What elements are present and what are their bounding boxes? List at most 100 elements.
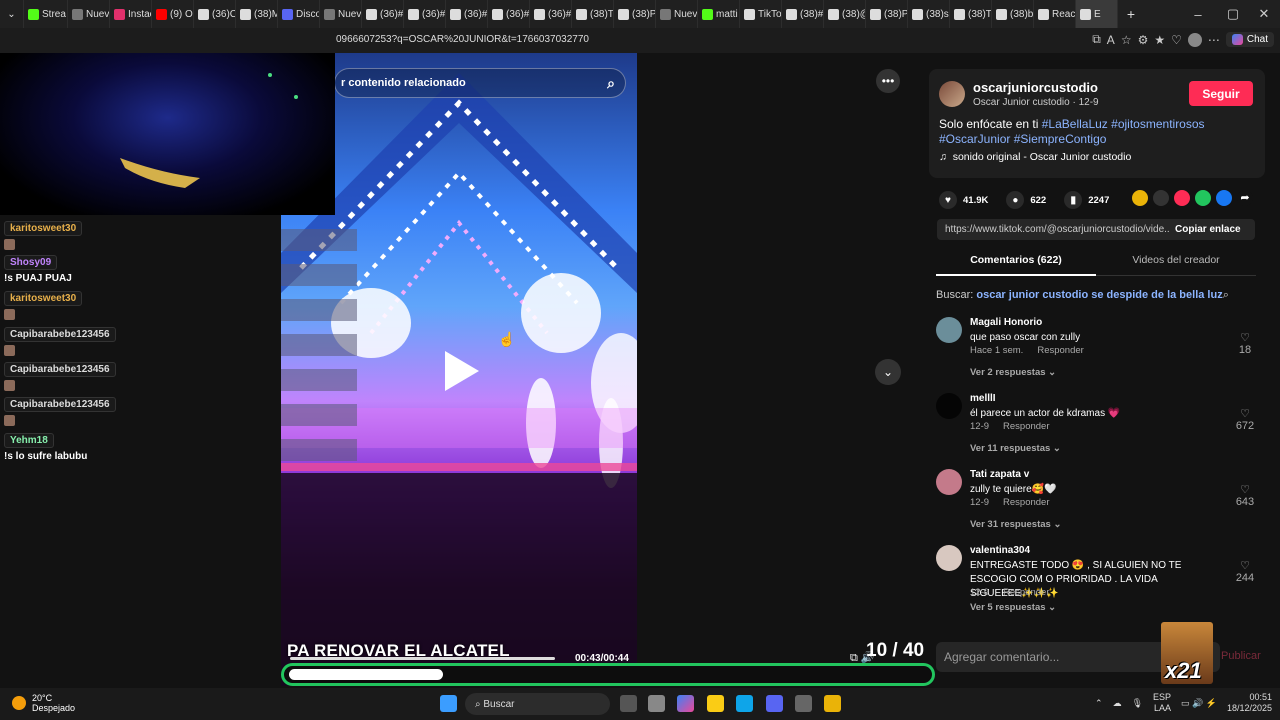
- browser-tab[interactable]: matti: [698, 0, 740, 28]
- heart-icon[interactable]: ♥: [939, 191, 957, 209]
- browser-tab[interactable]: (36)#: [362, 0, 404, 28]
- browser-tab[interactable]: (36)#: [488, 0, 530, 28]
- collections-icon[interactable]: ♡: [1171, 33, 1182, 47]
- hashtag-link[interactable]: #ojitosmentirosos: [1111, 117, 1204, 131]
- translate-icon[interactable]: A: [1107, 33, 1115, 47]
- send-to-friend-icon[interactable]: [1174, 190, 1190, 206]
- comment-like[interactable]: ♡ 672: [1230, 407, 1260, 432]
- browser-tab[interactable]: (38)Ti: [950, 0, 992, 28]
- browser-tab[interactable]: Nuev: [68, 0, 110, 28]
- reply-link[interactable]: Responder: [1037, 345, 1083, 356]
- copy-link-button[interactable]: Copiar enlace: [1169, 224, 1241, 235]
- microphone-icon[interactable]: 🎙: [1132, 698, 1143, 709]
- view-replies-link[interactable]: Ver 31 respuestas ⌄: [970, 519, 1061, 530]
- related-search-input[interactable]: r contenido relacionado ⌕: [334, 68, 626, 98]
- tab-comments[interactable]: Comentarios (622): [936, 252, 1096, 276]
- copilot-chat-button[interactable]: Chat: [1225, 32, 1274, 47]
- edge-browser-icon[interactable]: [736, 695, 753, 712]
- store-icon[interactable]: [648, 695, 665, 712]
- language-indicator[interactable]: ESP LAA: [1153, 692, 1171, 714]
- taskbar-search[interactable]: ⌕ Buscar: [465, 693, 610, 715]
- clock[interactable]: 00:51 18/12/2025: [1227, 692, 1272, 714]
- view-replies-link[interactable]: Ver 5 respuestas ⌄: [970, 602, 1056, 613]
- weather-widget[interactable]: 20°C Despejado: [12, 693, 75, 713]
- chrome-icon[interactable]: [824, 695, 841, 712]
- extensions-icon[interactable]: ⚙: [1138, 33, 1149, 47]
- minimize-button[interactable]: –: [1180, 0, 1216, 28]
- browser-tab[interactable]: (38)sc: [908, 0, 950, 28]
- chat-username[interactable]: Capibarabebe123456: [4, 362, 116, 377]
- commenter-avatar[interactable]: [936, 393, 962, 419]
- profile-avatar[interactable]: [1187, 32, 1202, 47]
- comment-like[interactable]: ♡ 244: [1230, 559, 1260, 584]
- view-replies-link[interactable]: Ver 2 respuestas ⌄: [970, 367, 1056, 378]
- hashtag-link[interactable]: #SiempreContigo: [1014, 132, 1107, 146]
- browser-tab[interactable]: (38)P: [866, 0, 908, 28]
- browser-tab[interactable]: Instac: [110, 0, 152, 28]
- discord-icon[interactable]: [766, 695, 783, 712]
- comment-like[interactable]: ♡ 643: [1230, 483, 1260, 508]
- tab-list-button[interactable]: ⌄: [0, 0, 24, 28]
- close-window-button[interactable]: ✕: [1246, 0, 1280, 28]
- browser-tab[interactable]: (38)M: [236, 0, 278, 28]
- browser-tab[interactable]: TikTo: [740, 0, 782, 28]
- favorite-star-icon[interactable]: ☆: [1121, 33, 1132, 47]
- commenter-avatar[interactable]: [936, 469, 962, 495]
- view-replies-link[interactable]: Ver 11 respuestas ⌄: [970, 443, 1061, 454]
- browser-tab[interactable]: (36)#: [446, 0, 488, 28]
- facebook-icon[interactable]: [1216, 190, 1232, 206]
- commenter-avatar[interactable]: [936, 317, 962, 343]
- share-arrow-icon[interactable]: ➦: [1237, 190, 1253, 206]
- chat-username[interactable]: Shosy09: [4, 255, 58, 270]
- browser-tab[interactable]: (9) Or: [152, 0, 194, 28]
- comment-like[interactable]: ♡ 18: [1230, 331, 1260, 356]
- app-icon[interactable]: [795, 695, 812, 712]
- commenter-name[interactable]: Magali Honorio: [970, 317, 1042, 328]
- tab-creator-videos[interactable]: Videos del creador: [1096, 252, 1256, 268]
- browser-tab[interactable]: (36)C: [194, 0, 236, 28]
- follow-button[interactable]: Seguir: [1189, 81, 1253, 106]
- browser-tab[interactable]: (36)#: [530, 0, 572, 28]
- commenter-avatar[interactable]: [936, 545, 962, 571]
- new-tab-button[interactable]: +: [1118, 0, 1144, 28]
- post-link-text[interactable]: https://www.tiktok.com/@oscarjuniorcusto…: [937, 224, 1169, 235]
- task-view-icon[interactable]: [620, 695, 637, 712]
- browser-tab[interactable]: Reac: [1034, 0, 1076, 28]
- network-volume-icons[interactable]: ▭ 🔊 ⚡: [1181, 698, 1217, 709]
- url-text[interactable]: 0966607253?q=OSCAR%20JUNIOR&t=1766037032…: [336, 34, 589, 45]
- next-video-chevron-icon[interactable]: ⌄: [875, 359, 901, 385]
- chat-username[interactable]: Capibarabebe123456: [4, 397, 116, 412]
- creator-handle[interactable]: oscarjuniorcustodio: [973, 80, 1098, 95]
- menu-dots-icon[interactable]: ⋯: [1208, 33, 1220, 47]
- whatsapp-icon[interactable]: [1195, 190, 1211, 206]
- more-options-icon[interactable]: •••: [876, 69, 900, 93]
- onedrive-icon[interactable]: ☁: [1113, 698, 1122, 709]
- search-icon[interactable]: ⌕: [607, 75, 615, 92]
- chat-username[interactable]: Capibarabebe123456: [4, 327, 116, 342]
- browser-tab[interactable]: (36)#: [404, 0, 446, 28]
- chat-username[interactable]: karitosweet30: [4, 291, 83, 306]
- comment-icon[interactable]: ●: [1006, 191, 1025, 209]
- video-scrub-bar[interactable]: [290, 657, 555, 660]
- related-search[interactable]: Buscar: oscar junior custodio se despide…: [936, 289, 1229, 302]
- file-explorer-icon[interactable]: [707, 695, 724, 712]
- browser-tab[interactable]: Strea: [24, 0, 68, 28]
- reply-link[interactable]: Responder: [1003, 421, 1049, 432]
- browser-tab[interactable]: Nuev: [656, 0, 698, 28]
- creator-avatar[interactable]: [939, 81, 965, 107]
- chat-username[interactable]: Yehm18: [4, 433, 54, 448]
- hashtag-link[interactable]: #LaBellaLuz: [1042, 117, 1108, 131]
- favorites-icon[interactable]: ★: [1154, 33, 1165, 47]
- browser-tab[interactable]: Nuev: [320, 0, 362, 28]
- commenter-name[interactable]: valentina304: [970, 545, 1030, 556]
- reply-link[interactable]: Responder: [1003, 497, 1049, 508]
- browser-tab[interactable]: (38)P: [614, 0, 656, 28]
- browser-tab[interactable]: (38)@: [824, 0, 866, 28]
- browser-tab[interactable]: Disco: [278, 0, 320, 28]
- chat-username[interactable]: karitosweet30: [4, 221, 83, 236]
- play-icon[interactable]: [445, 351, 479, 391]
- embed-icon[interactable]: [1153, 190, 1169, 206]
- copilot-icon[interactable]: [677, 695, 694, 712]
- browser-tab[interactable]: (38)Ti: [572, 0, 614, 28]
- browser-tab[interactable]: E: [1076, 0, 1118, 28]
